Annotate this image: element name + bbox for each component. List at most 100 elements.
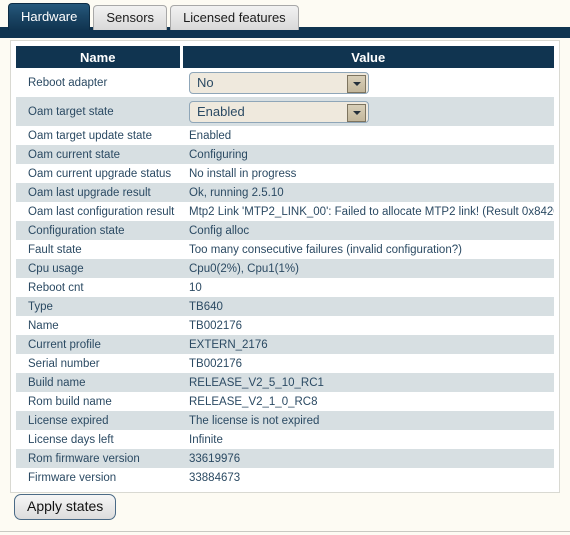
property-value: TB002176: [189, 357, 243, 370]
property-value: RELEASE_V2_5_10_RC1: [189, 376, 324, 389]
table-row: Reboot adapter No: [16, 68, 554, 97]
property-value: 10: [189, 281, 202, 294]
property-value: RELEASE_V2_1_0_RC8: [189, 395, 318, 408]
table-row: Name TB002176: [16, 316, 554, 335]
property-value-cell: Cpu0(2%), Cpu1(1%): [181, 259, 554, 278]
tab-list: Hardware Sensors Licensed features: [8, 3, 299, 30]
tab-licensed-features[interactable]: Licensed features: [170, 5, 299, 30]
property-value-cell: The license is not expired: [181, 411, 554, 430]
property-value: No install in progress: [189, 167, 297, 180]
property-value: EXTERN_2176: [189, 338, 268, 351]
property-value: Cpu0(2%), Cpu1(1%): [189, 262, 299, 275]
property-value-cell: RELEASE_V2_5_10_RC1: [181, 373, 554, 392]
table-row: Reboot cnt 10: [16, 278, 554, 297]
select-reboot-adapter[interactable]: No: [189, 71, 369, 94]
table-row: Oam last upgrade result Ok, running 2.5.1…: [16, 183, 554, 202]
property-name: Rom build name: [16, 392, 181, 411]
property-value-cell: Enabled: [181, 97, 554, 126]
table-row: Oam last configuration result Mtp2 Link '…: [16, 202, 554, 221]
property-value: Enabled: [189, 129, 232, 142]
property-name: Firmware version: [16, 468, 181, 487]
property-value-cell: Infinite: [181, 430, 554, 449]
table-row: Configuration state Config alloc: [16, 221, 554, 240]
property-value-cell: TB002176: [181, 316, 554, 335]
property-value-cell: Enabled: [181, 126, 554, 145]
property-name: Cpu usage: [16, 259, 181, 278]
property-value: Config alloc: [189, 224, 250, 237]
table-header-row: Name Value: [16, 46, 554, 68]
property-name: Reboot cnt: [16, 278, 181, 297]
property-value-cell: RELEASE_V2_1_0_RC8: [181, 392, 554, 411]
property-name: Oam target state: [16, 97, 181, 126]
table-row: License days left Infinite: [16, 430, 554, 449]
chevron-down-icon[interactable]: [347, 103, 366, 122]
property-value: Configuring: [189, 148, 248, 161]
property-name: Name: [16, 316, 181, 335]
property-value-cell: 33884673: [181, 468, 554, 487]
property-name: Oam target update state: [16, 126, 181, 145]
property-name: Reboot adapter: [16, 68, 181, 97]
property-name: Oam last configuration result: [16, 202, 181, 221]
property-value: Infinite: [189, 433, 223, 446]
property-value-cell: TB002176: [181, 354, 554, 373]
table-row: Cpu usage Cpu0(2%), Cpu1(1%): [16, 259, 554, 278]
table-row: Oam target update state Enabled: [16, 126, 554, 145]
property-name: Oam current upgrade status: [16, 164, 181, 183]
apply-states-button[interactable]: Apply states: [14, 494, 117, 521]
property-value: 33619976: [189, 452, 241, 465]
property-name: Serial number: [16, 354, 181, 373]
property-name: Current profile: [16, 335, 181, 354]
property-value-cell: No install in progress: [181, 164, 554, 183]
property-name: License expired: [16, 411, 181, 430]
property-name: Fault state: [16, 240, 181, 259]
property-value: Mtp2 Link 'MTP2_LINK_00': Failed to allo…: [189, 205, 554, 218]
property-value: 33884673: [189, 471, 241, 484]
column-header-name: Name: [16, 46, 183, 68]
select-value: Enabled: [197, 103, 245, 119]
tab-hardware[interactable]: Hardware: [8, 3, 91, 30]
property-value: TB002176: [189, 319, 243, 332]
table-row: Rom firmware version 33619976: [16, 449, 554, 468]
hardware-panel: Name Value Reboot adapter No Oam target st…: [10, 40, 560, 493]
property-value-cell: 10: [181, 278, 554, 297]
property-name: Build name: [16, 373, 181, 392]
property-value-cell: Configuring: [181, 145, 554, 164]
property-value-cell: TB640: [181, 297, 554, 316]
property-value: Too many consecutive failures (invalid c…: [189, 243, 462, 256]
chevron-down-icon[interactable]: [347, 74, 366, 93]
property-value-cell: 33619976: [181, 449, 554, 468]
hardware-properties-table: Name Value Reboot adapter No Oam target st…: [16, 46, 554, 487]
table-row: Rom build name RELEASE_V2_1_0_RC8: [16, 392, 554, 411]
property-value: The license is not expired: [189, 414, 320, 427]
property-name: Type: [16, 297, 181, 316]
property-name: License days left: [16, 430, 181, 449]
property-name: Configuration state: [16, 221, 181, 240]
table-row: Build name RELEASE_V2_5_10_RC1: [16, 373, 554, 392]
property-name: Oam current state: [16, 145, 181, 164]
property-value-cell: No: [181, 68, 554, 97]
tab-sensors[interactable]: Sensors: [93, 5, 168, 30]
property-value: TB640: [189, 300, 223, 313]
property-value-cell: Too many consecutive failures (invalid c…: [181, 240, 554, 259]
property-name: Oam last upgrade result: [16, 183, 181, 202]
page-bottom-divider: [0, 531, 570, 532]
table-row: Current profile EXTERN_2176: [16, 335, 554, 354]
property-name: Rom firmware version: [16, 449, 181, 468]
table-row: Oam current state Configuring: [16, 145, 554, 164]
column-header-value: Value: [181, 46, 554, 68]
table-row: Firmware version 33884673: [16, 468, 554, 487]
table-row: Oam current upgrade status No install in …: [16, 164, 554, 183]
table-row: Type TB640: [16, 297, 554, 316]
property-value-cell: EXTERN_2176: [181, 335, 554, 354]
select-oam-target-state[interactable]: Enabled: [189, 100, 369, 123]
property-value-cell: Ok, running 2.5.10: [181, 183, 554, 202]
property-value-cell: Config alloc: [181, 221, 554, 240]
table-row: Oam target state Enabled: [16, 97, 554, 126]
table-row: Fault state Too many consecutive failures…: [16, 240, 554, 259]
table-row: Serial number TB002176: [16, 354, 554, 373]
table-row: License expired The license is not expire…: [16, 411, 554, 430]
property-value: Ok, running 2.5.10: [189, 186, 284, 199]
tab-bar: Hardware Sensors Licensed features: [0, 0, 570, 38]
property-value-cell: Mtp2 Link 'MTP2_LINK_00': Failed to allo…: [181, 202, 554, 221]
action-bar: Apply states: [14, 494, 117, 521]
